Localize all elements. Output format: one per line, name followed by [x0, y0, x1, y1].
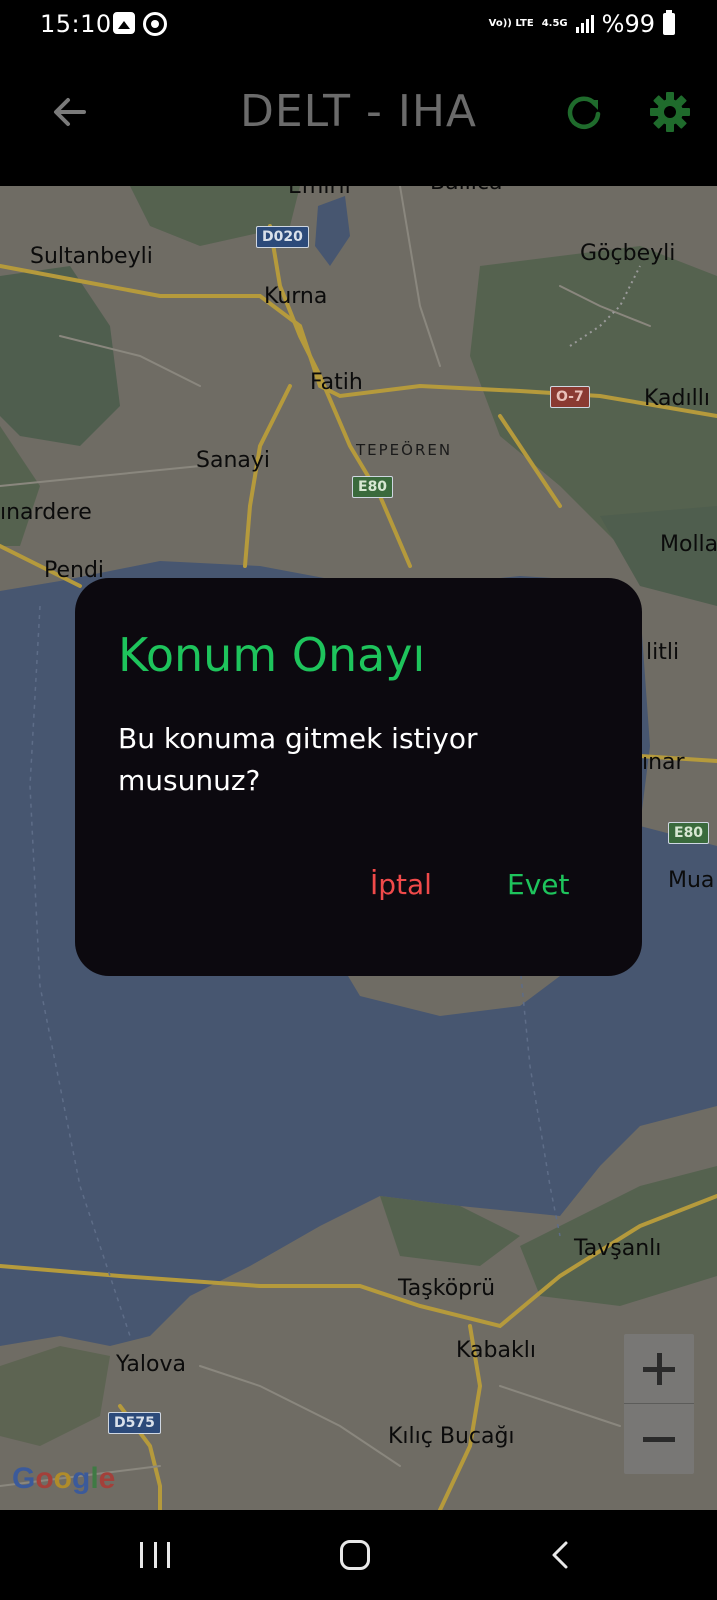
map-label-ciftlik: litli: [646, 640, 680, 665]
map-label-pendik: Pendi: [44, 558, 105, 583]
map-label-fatih: Fatih: [310, 370, 363, 395]
app-bar: DELT - IHA: [0, 50, 717, 186]
map-label-kadilli: Kadıllı: [644, 386, 710, 411]
zoom-control: [624, 1334, 694, 1474]
road-shield-d575: D575: [108, 1412, 161, 1434]
refresh-button[interactable]: [564, 92, 604, 132]
map-label-gocbeyli: Göçbeyli: [580, 241, 676, 266]
volte-indicator: Vo)) LTE: [488, 18, 534, 29]
zoom-out-button[interactable]: [624, 1404, 694, 1474]
settings-button[interactable]: [648, 90, 692, 134]
refresh-icon: [567, 96, 601, 129]
whatsapp-icon: [143, 12, 167, 36]
confirm-button[interactable]: Evet: [507, 868, 569, 901]
signal-icon: [575, 15, 594, 33]
map-label-mua: Mua: [668, 868, 715, 893]
map-label-sanayi: Sanayi: [196, 448, 271, 473]
map-label-taskopru: Taşköprü: [398, 1276, 496, 1301]
road-shield-e80: E80: [352, 476, 394, 498]
map-label-pinar: ınar: [642, 750, 685, 775]
zoom-in-button[interactable]: [624, 1334, 694, 1404]
map-label-emirli: Emirli: [288, 186, 351, 199]
status-notification-icons: [113, 12, 167, 36]
map-label-tavsanli: Tavşanlı: [574, 1236, 662, 1261]
page-title: DELT - IHA: [239, 86, 478, 137]
network-type-indicator: 4.5G: [541, 18, 568, 29]
map-label-ballica: Ballıca: [430, 186, 503, 195]
google-logo: Google: [12, 1462, 116, 1495]
road-shield-d020: D020: [256, 226, 309, 248]
location-confirm-dialog: Konum Onayı Bu konuma gitmek istiyor mus…: [75, 578, 642, 976]
system-nav-bar: [0, 1510, 717, 1600]
road-shield-e80-east: E80: [668, 822, 710, 844]
map-label-molla: Molla: [660, 532, 717, 557]
gallery-icon: [113, 12, 135, 34]
map-label-yalova: Yalova: [116, 1352, 186, 1377]
cancel-button[interactable]: İptal: [370, 868, 432, 901]
map-label-kabakli: Kabaklı: [456, 1338, 536, 1363]
dialog-message: Bu konuma gitmek istiyor musunuz?: [118, 722, 478, 797]
map-label-pinardere: ınardere: [0, 500, 92, 525]
system-back-button[interactable]: [546, 1540, 576, 1570]
status-bar: 15:10 Vo)) LTE 4.5G %99: [0, 0, 717, 50]
road-shield-o7: O-7: [550, 386, 590, 408]
back-icon: [552, 1541, 568, 1569]
battery-percentage: %99: [601, 10, 655, 38]
status-system-icons: Vo)) LTE 4.5G %99: [489, 10, 675, 38]
status-time: 15:10: [40, 10, 112, 38]
battery-icon: [663, 10, 675, 35]
gear-icon: [650, 92, 690, 132]
map-label-sultanbeyli: Sultanbeyli: [30, 244, 153, 269]
map-label-kurna: Kurna: [264, 284, 328, 309]
home-button[interactable]: [340, 1540, 370, 1570]
map-label-kilic-bucagi: Kılıç Bucağı: [388, 1424, 515, 1449]
dialog-title: Konum Onayı: [118, 628, 426, 682]
recent-apps-button[interactable]: [140, 1542, 170, 1568]
map-label-tepeoren: TEPEÖREN: [356, 441, 453, 459]
